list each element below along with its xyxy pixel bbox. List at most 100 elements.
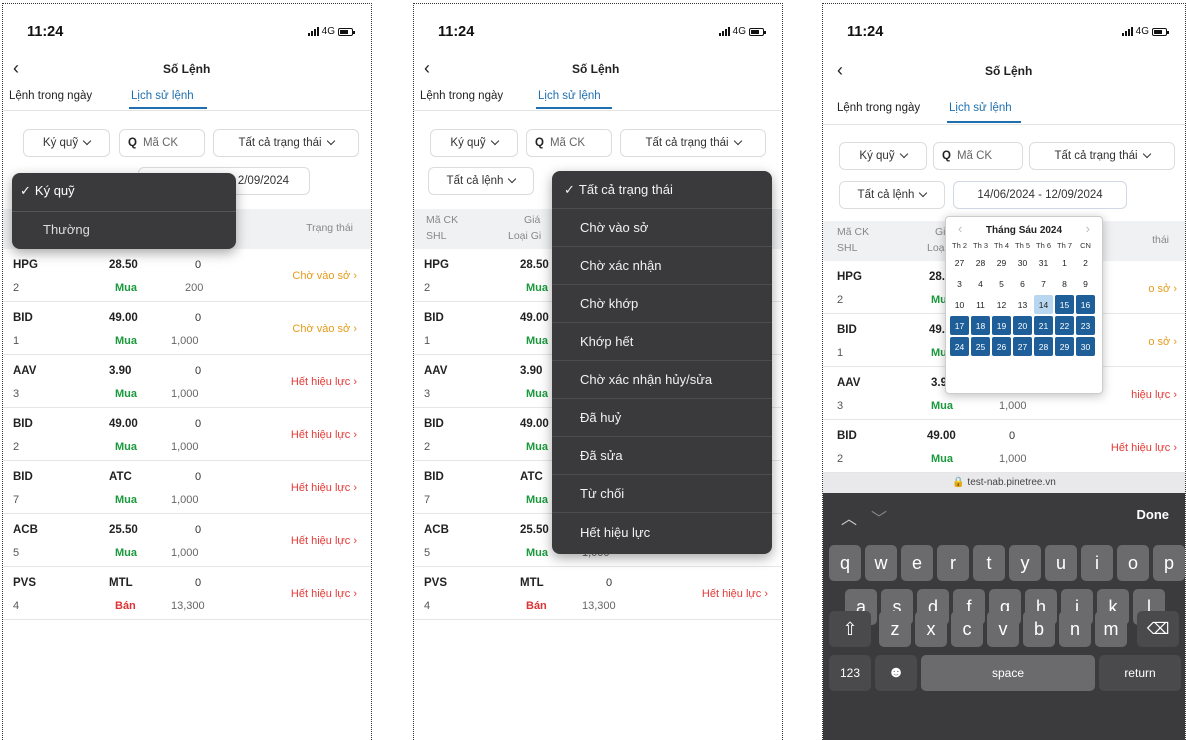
tab-order-history[interactable]: Lịch sử lệnh — [538, 90, 601, 102]
calendar-day[interactable]: 30 — [1076, 337, 1095, 356]
key-v[interactable]: v — [987, 611, 1019, 647]
calendar-day[interactable]: 15 — [1055, 295, 1074, 314]
calendar-day[interactable]: 21 — [1034, 316, 1053, 335]
backspace-key[interactable]: ⌫ — [1137, 611, 1179, 647]
calendar-day[interactable]: 29 — [992, 253, 1011, 272]
emoji-key[interactable]: ☻ — [875, 655, 917, 691]
back-icon[interactable]: ‹ — [837, 60, 843, 81]
calendar-day[interactable]: 7 — [1034, 274, 1053, 293]
calendar-day[interactable]: 8 — [1055, 274, 1074, 293]
return-key[interactable]: return — [1099, 655, 1181, 691]
tab-order-history[interactable]: Lịch sử lệnh — [949, 102, 1012, 114]
dropdown-option[interactable]: Đã sửa — [552, 437, 772, 475]
key-x[interactable]: x — [915, 611, 947, 647]
calendar-day[interactable]: 22 — [1055, 316, 1074, 335]
calendar-day[interactable]: 17 — [950, 316, 969, 335]
calendar-day[interactable]: 3 — [950, 274, 969, 293]
tab-today-orders[interactable]: Lệnh trong ngày — [837, 102, 920, 114]
status-filter[interactable]: Tất cả trạng thái — [620, 129, 766, 157]
calendar-day[interactable]: 27 — [1013, 337, 1032, 356]
row-status[interactable]: Hết hiệu lực › — [291, 376, 357, 388]
status-filter[interactable]: Tất cả trạng thái — [213, 129, 359, 157]
dropdown-option[interactable]: Chờ khớp — [552, 285, 772, 323]
account-filter[interactable]: Ký quỹ — [839, 142, 927, 170]
calendar-day[interactable]: 9 — [1076, 274, 1095, 293]
calendar-day[interactable]: 31 — [1034, 253, 1053, 272]
dropdown-option[interactable]: Từ chối — [552, 475, 772, 513]
calendar-day[interactable]: 26 — [992, 337, 1011, 356]
table-row[interactable]: BID 2 49.00 Mua 0 1,000 Hết hiệu lực › — [3, 408, 371, 461]
row-status[interactable]: o sở › — [1148, 336, 1177, 348]
key-m[interactable]: m — [1095, 611, 1127, 647]
calendar-day[interactable]: 5 — [992, 274, 1011, 293]
date-range-input[interactable]: 14/06/2024 - 12/09/2024 — [953, 181, 1127, 209]
dropdown-option[interactable]: Chờ xác nhận — [552, 247, 772, 285]
row-status[interactable]: o sở › — [1148, 283, 1177, 295]
calendar-day[interactable]: 28 — [971, 253, 990, 272]
order-type-filter[interactable]: Tất cả lệnh — [428, 167, 534, 195]
key-e[interactable]: e — [901, 545, 933, 581]
chevron-right-icon[interactable]: › — [1086, 221, 1090, 236]
calendar-day[interactable]: 6 — [1013, 274, 1032, 293]
back-icon[interactable]: ‹ — [13, 58, 19, 79]
back-icon[interactable]: ‹ — [424, 58, 430, 79]
calendar-day[interactable]: 20 — [1013, 316, 1032, 335]
calendar-day[interactable]: 24 — [950, 337, 969, 356]
calendar-day[interactable]: 14 — [1034, 295, 1053, 314]
calendar-day[interactable]: 29 — [1055, 337, 1074, 356]
dropdown-option[interactable]: Chờ vào sở — [552, 209, 772, 247]
calendar-day[interactable]: 30 — [1013, 253, 1032, 272]
done-button[interactable]: Done — [1137, 507, 1170, 522]
calendar-day[interactable]: 16 — [1076, 295, 1095, 314]
table-row[interactable]: HPG 2 28.50 Mua 0 200 Chờ vào sở › — [3, 249, 371, 302]
key-r[interactable]: r — [937, 545, 969, 581]
calendar-day[interactable]: 28 — [1034, 337, 1053, 356]
dropdown-option[interactable]: ✓ Tất cả trạng thái — [552, 171, 772, 209]
shift-key[interactable]: ⇧ — [829, 611, 871, 647]
calendar-day[interactable]: 10 — [950, 295, 969, 314]
row-status[interactable]: Hết hiệu lực › — [291, 482, 357, 494]
dropdown-option[interactable]: Đã huỷ — [552, 399, 772, 437]
chevron-up-icon[interactable]: ︿ — [841, 505, 857, 529]
key-q[interactable]: q — [829, 545, 861, 581]
table-row[interactable]: PVS 4 MTL Bán 0 13,300 Hết hiệu lực › — [414, 567, 782, 620]
table-row[interactable]: PVS 4 MTL Bán 0 13,300 Hết hiệu lực › — [3, 567, 371, 620]
key-b[interactable]: b — [1023, 611, 1055, 647]
calendar-day[interactable]: 19 — [992, 316, 1011, 335]
key-z[interactable]: z — [879, 611, 911, 647]
tab-today-orders[interactable]: Lệnh trong ngày — [420, 90, 503, 102]
search-input[interactable]: Q Mã CK — [119, 129, 205, 157]
account-filter[interactable]: Ký quỹ — [430, 129, 518, 157]
dropdown-option[interactable]: Khớp hết — [552, 323, 772, 361]
table-row[interactable]: BID 7 ATC Mua 0 1,000 Hết hiệu lực › — [3, 461, 371, 514]
space-key[interactable]: space — [921, 655, 1095, 691]
calendar-day[interactable]: 1 — [1055, 253, 1074, 272]
key-y[interactable]: y — [1009, 545, 1041, 581]
tab-order-history[interactable]: Lịch sử lệnh — [131, 90, 194, 102]
order-type-filter[interactable]: Tất cả lệnh — [839, 181, 945, 209]
dropdown-option-regular[interactable]: Thường — [43, 222, 90, 237]
calendar-day[interactable]: 11 — [971, 295, 990, 314]
dropdown-option[interactable]: Chờ xác nhận hủy/sửa — [552, 361, 772, 399]
calendar-day[interactable]: 13 — [1013, 295, 1032, 314]
dropdown-option[interactable]: Hết hiệu lực — [552, 513, 772, 551]
search-input[interactable]: Q Mã CK — [933, 142, 1023, 170]
key-w[interactable]: w — [865, 545, 897, 581]
calendar-day[interactable]: 2 — [1076, 253, 1095, 272]
table-row[interactable]: BID 2 49.00 Mua 0 1,000 Hết hiệu lực › — [823, 420, 1185, 473]
calendar-day[interactable]: 12 — [992, 295, 1011, 314]
key-u[interactable]: u — [1045, 545, 1077, 581]
calendar-day[interactable]: 23 — [1076, 316, 1095, 335]
row-status[interactable]: Chờ vào sở › — [292, 323, 357, 335]
chevron-down-icon[interactable]: ﹀ — [871, 505, 887, 529]
row-status[interactable]: Chờ vào sở › — [292, 270, 357, 282]
dropdown-option-margin[interactable]: ✓ Ký quỹ — [20, 183, 75, 199]
calendar-day[interactable]: 27 — [950, 253, 969, 272]
row-status[interactable]: Hết hiệu lực › — [291, 429, 357, 441]
key-o[interactable]: o — [1117, 545, 1149, 581]
key-n[interactable]: n — [1059, 611, 1091, 647]
table-row[interactable]: ACB 5 25.50 Mua 0 1,000 Hết hiệu lực › — [3, 514, 371, 567]
account-filter[interactable]: Ký quỹ — [23, 129, 110, 157]
row-status[interactable]: Hết hiệu lực › — [291, 535, 357, 547]
key-p[interactable]: p — [1153, 545, 1185, 581]
